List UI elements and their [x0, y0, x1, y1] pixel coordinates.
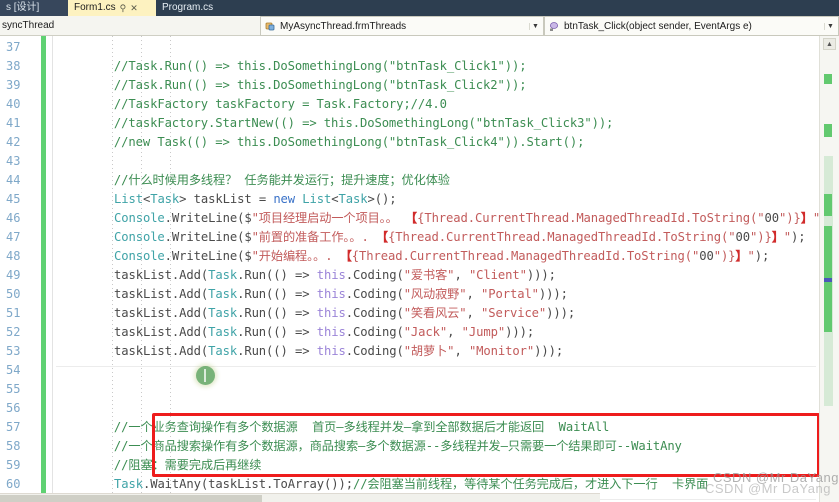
code-line[interactable]: //TaskFactory taskFactory = Task.Factory…: [56, 95, 447, 114]
code-line[interactable]: //new Task(() => this.DoSomethingLong("b…: [56, 133, 585, 152]
tab-strip-filler: [230, 0, 839, 16]
line-number: 40: [6, 97, 21, 111]
tab-program-label: Program.cs: [162, 2, 214, 13]
change-marker: [824, 288, 832, 332]
line-number-gutter: 37 38 39 40 41 42 43 44 45 46 47 48 49 50 51 52 53 54 55 56…: [0, 36, 38, 502]
member-dropdown-value: btnTask_Click(object sender, EventArgs e…: [564, 20, 752, 32]
line-number: 45: [6, 192, 21, 206]
code-line[interactable]: taskList.Add(Task.Run(() => this.Coding(…: [56, 323, 534, 342]
line-number: 58: [6, 439, 21, 453]
tab-design-label: s [设计]: [6, 2, 40, 13]
code-line[interactable]: Console.WriteLine($"开始编程。。. 【{Thread.Cur…: [56, 247, 769, 266]
chevron-down-icon-member[interactable]: ▼: [824, 22, 836, 30]
type-dropdown-value: MyAsyncThread.frmThreads: [280, 20, 407, 32]
editor-tab-strip: s [设计] Form1.cs ⚲ ✕ Program.cs: [0, 0, 839, 16]
line-number: 60: [6, 477, 21, 491]
code-line[interactable]: //Task.Run(() => this.DoSomethingLong("b…: [56, 76, 527, 95]
horizontal-scrollbar[interactable]: [0, 493, 600, 502]
line-number: 50: [6, 287, 21, 301]
chevron-down-icon[interactable]: ▼: [529, 22, 541, 30]
line-number: 46: [6, 211, 21, 225]
line-number: 53: [6, 344, 21, 358]
change-marker: [824, 74, 832, 84]
class-icon: [265, 21, 276, 32]
tab-form1-cs[interactable]: Form1.cs ⚲ ✕: [68, 0, 156, 16]
tab-form1-label: Form1.cs: [74, 2, 116, 13]
change-marker: [824, 124, 832, 137]
type-dropdown[interactable]: MyAsyncThread.frmThreads ▼: [260, 16, 544, 36]
line-number: 57: [6, 420, 21, 434]
code-line[interactable]: //Task.Run(() => this.DoSomethingLong("b…: [56, 57, 527, 76]
line-number: 44: [6, 173, 21, 187]
tab-design[interactable]: s [设计]: [0, 0, 68, 16]
navigation-bar: syncThread MyAsyncThread.frmThreads ▼ bt…: [0, 16, 839, 36]
code-line[interactable]: //taskFactory.StartNew(() => this.DoSome…: [56, 114, 613, 133]
code-line[interactable]: Task.WaitAny(taskList.ToArray());//会阻塞当前…: [56, 475, 708, 494]
change-tracking-bar: [41, 36, 46, 502]
annotation-highlight-box: [152, 413, 820, 477]
navbar-left-label: syncThread: [2, 20, 55, 31]
line-number: 38: [6, 59, 21, 73]
code-line[interactable]: Console.WriteLine($"前置的准备工作。。. 【{Thread.…: [56, 228, 806, 247]
line-number: 55: [6, 382, 21, 396]
code-line[interactable]: taskList.Add(Task.Run(() => this.Coding(…: [56, 266, 556, 285]
close-icon[interactable]: ✕: [130, 0, 138, 16]
line-number: 41: [6, 116, 21, 130]
member-dropdown[interactable]: btnTask_Click(object sender, EventArgs e…: [544, 16, 839, 36]
line-number: 52: [6, 325, 21, 339]
vertical-scrollbar[interactable]: ▲: [819, 36, 839, 502]
vs-editor-window: s [设计] Form1.cs ⚲ ✕ Program.cs syncThrea…: [0, 0, 839, 502]
code-line[interactable]: Console.WriteLine($"项目经理启动一个项目。。 【{Threa…: [56, 209, 835, 228]
code-line[interactable]: List<Task> taskList = new List<Task>();: [56, 190, 397, 209]
line-number: 49: [6, 268, 21, 282]
line-number: 48: [6, 249, 21, 263]
caret-indicator: [196, 366, 215, 385]
tab-program-cs[interactable]: Program.cs: [156, 0, 230, 16]
line-number: 42: [6, 135, 21, 149]
line-number: 59: [6, 458, 21, 472]
method-icon: [549, 21, 560, 32]
code-line[interactable]: taskList.Add(Task.Run(() => this.Coding(…: [56, 285, 568, 304]
scroll-up-arrow-icon[interactable]: ▲: [823, 38, 836, 50]
change-marker: [824, 194, 832, 216]
line-number: 37: [6, 40, 21, 54]
line-number: 43: [6, 154, 21, 168]
code-line[interactable]: taskList.Add(Task.Run(() => this.Coding(…: [56, 304, 575, 323]
gutter-separator: [52, 36, 53, 502]
line-number: 39: [6, 78, 21, 92]
line-number: 47: [6, 230, 21, 244]
code-editor-surface[interactable]: 37 38 39 40 41 42 43 44 45 46 47 48 49 50 51 52 53 54 55 56…: [0, 36, 839, 502]
line-number: 51: [6, 306, 21, 320]
watermark-secondary: CSDN @Mr DaYang: [705, 481, 831, 496]
horizontal-scrollbar-thumb[interactable]: [0, 495, 262, 502]
line-number: 56: [6, 401, 21, 415]
line-number: 54: [6, 363, 21, 377]
pin-icon[interactable]: ⚲: [120, 0, 127, 16]
code-line[interactable]: //什么时候用多线程？ 任务能并发运行；提升速度；优化体验: [56, 171, 450, 190]
navbar-left-label-area: syncThread: [0, 16, 260, 35]
bookmark-marker: [824, 278, 832, 282]
code-line[interactable]: taskList.Add(Task.Run(() => this.Coding(…: [56, 342, 563, 361]
